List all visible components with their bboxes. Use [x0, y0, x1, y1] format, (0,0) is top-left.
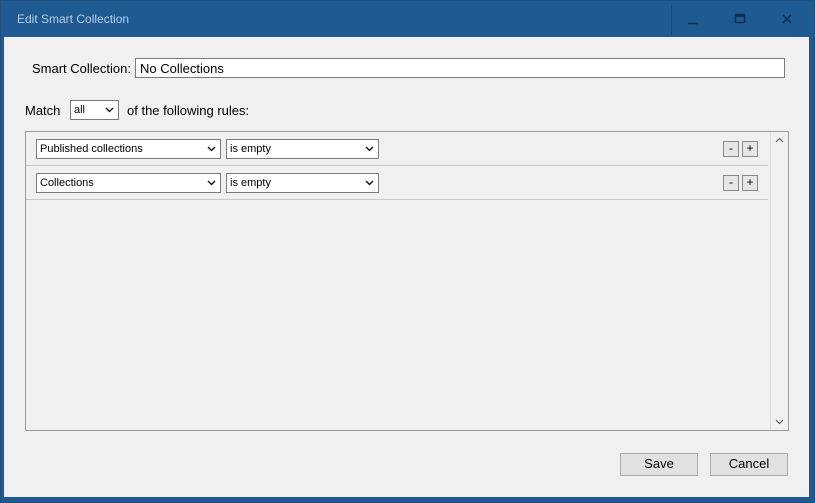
cancel-button[interactable]: Cancel [710, 453, 788, 476]
window-title: Edit Smart Collection [17, 12, 130, 26]
rule-field-value: Published collections [40, 143, 143, 155]
minimize-icon [688, 22, 698, 25]
match-suffix-label: of the following rules: [127, 103, 250, 118]
minimize-button[interactable] [670, 1, 716, 37]
close-button[interactable] [764, 1, 810, 37]
add-rule-button[interactable]: + [742, 175, 758, 191]
remove-rule-button[interactable]: - [723, 175, 739, 191]
title-bar[interactable]: Edit Smart Collection [1, 1, 814, 37]
rules-list: Published collections is empty - + Colle… [25, 131, 789, 431]
chevron-down-icon [365, 146, 374, 152]
edit-smart-collection-window: Edit Smart Collection Smart Collection: … [0, 0, 815, 503]
chevron-up-icon [775, 137, 784, 143]
rule-operator-select[interactable]: is empty [226, 173, 379, 193]
rule-operator-value: is empty [230, 143, 271, 155]
smart-collection-label: Smart Collection: [32, 61, 131, 76]
rule-operator-select[interactable]: is empty [226, 139, 379, 159]
scroll-down-button[interactable] [771, 413, 788, 430]
chevron-down-icon [775, 419, 784, 425]
rule-field-select[interactable]: Published collections [36, 139, 221, 159]
smart-collection-name-input[interactable] [135, 58, 785, 78]
match-label: Match [25, 103, 61, 118]
chevron-down-icon [207, 146, 216, 152]
chevron-down-icon [207, 180, 216, 186]
rule-field-value: Collections [40, 177, 94, 189]
chevron-down-icon [105, 107, 114, 113]
remove-rule-button[interactable]: - [723, 141, 739, 157]
dialog-body: Smart Collection: Match all of the follo… [4, 37, 809, 497]
match-select-value: all [74, 104, 86, 116]
add-rule-button[interactable]: + [742, 141, 758, 157]
maximize-icon [734, 13, 746, 24]
rule-field-select[interactable]: Collections [36, 173, 221, 193]
maximize-button[interactable] [717, 1, 763, 37]
match-select[interactable]: all [70, 100, 119, 120]
scroll-up-button[interactable] [771, 132, 788, 149]
save-button[interactable]: Save [620, 453, 698, 476]
rule-row: Collections is empty - + [26, 166, 768, 200]
close-icon [782, 14, 792, 24]
rule-operator-value: is empty [230, 177, 271, 189]
chevron-down-icon [365, 180, 374, 186]
vertical-scrollbar[interactable] [770, 132, 788, 430]
rule-row: Published collections is empty - + [26, 132, 768, 166]
